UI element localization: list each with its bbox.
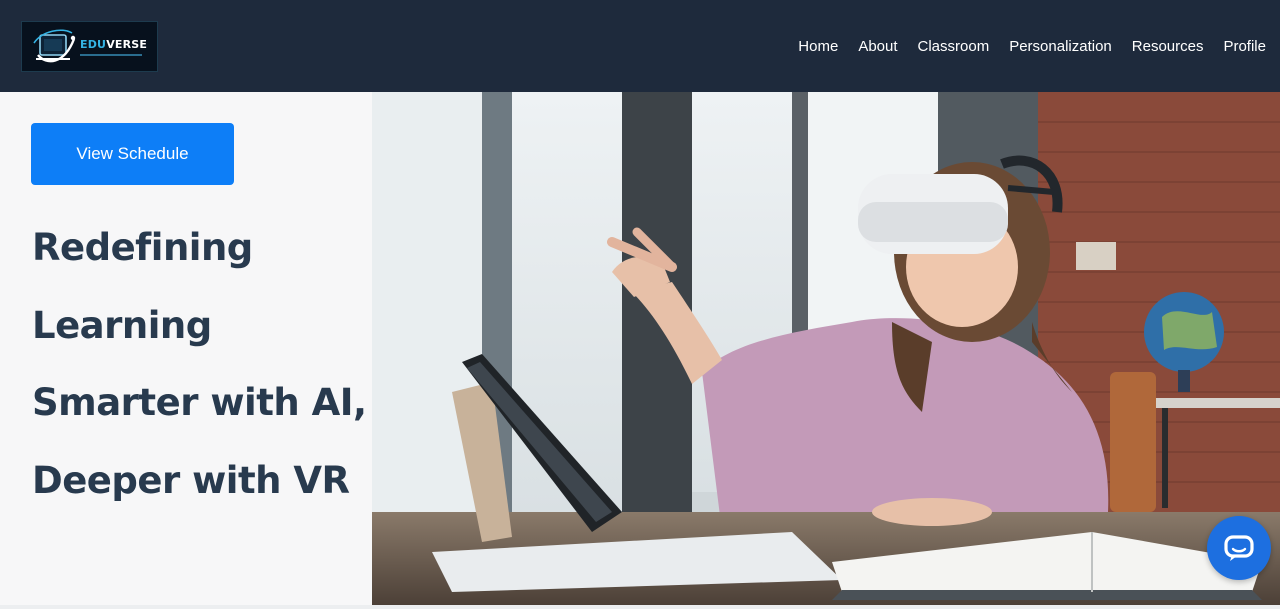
headline-line-1: Redefining bbox=[32, 226, 253, 269]
nav-personalization[interactable]: Personalization bbox=[1009, 38, 1112, 55]
hero-text-panel: View Schedule Redefining Learning Smarte… bbox=[0, 92, 372, 609]
chat-launcher-button[interactable] bbox=[1207, 516, 1271, 580]
chat-bubble-icon bbox=[1224, 535, 1254, 561]
hero-illustration bbox=[372, 92, 1280, 605]
logo-tagline-bar bbox=[80, 53, 142, 56]
headline-line-4: Deeper with VR bbox=[32, 458, 350, 502]
hero-image-vr-student bbox=[372, 92, 1280, 605]
headline-line-3: Smarter with AI, bbox=[32, 381, 367, 424]
nav-profile[interactable]: Profile bbox=[1223, 38, 1266, 55]
logo-mark-icon bbox=[32, 25, 78, 69]
logo-wordmark: EDUVERSE bbox=[80, 37, 148, 51]
nav-resources[interactable]: Resources bbox=[1132, 38, 1204, 55]
nav-about[interactable]: About bbox=[858, 38, 897, 55]
headline-line-2: Learning bbox=[32, 303, 212, 347]
nav-home[interactable]: Home bbox=[798, 38, 838, 55]
nav-classroom[interactable]: Classroom bbox=[918, 38, 990, 55]
page-bottom-edge bbox=[0, 605, 1280, 609]
eduverse-logo[interactable]: EDUVERSE bbox=[21, 21, 158, 72]
top-navbar: EDUVERSE Home About Classroom Personaliz… bbox=[0, 0, 1280, 92]
hero-headline: Redefining Learning Smarter with AI, Dee… bbox=[32, 220, 367, 530]
view-schedule-button[interactable]: View Schedule bbox=[31, 123, 234, 185]
main-nav: Home About Classroom Personalization Res… bbox=[798, 0, 1266, 92]
